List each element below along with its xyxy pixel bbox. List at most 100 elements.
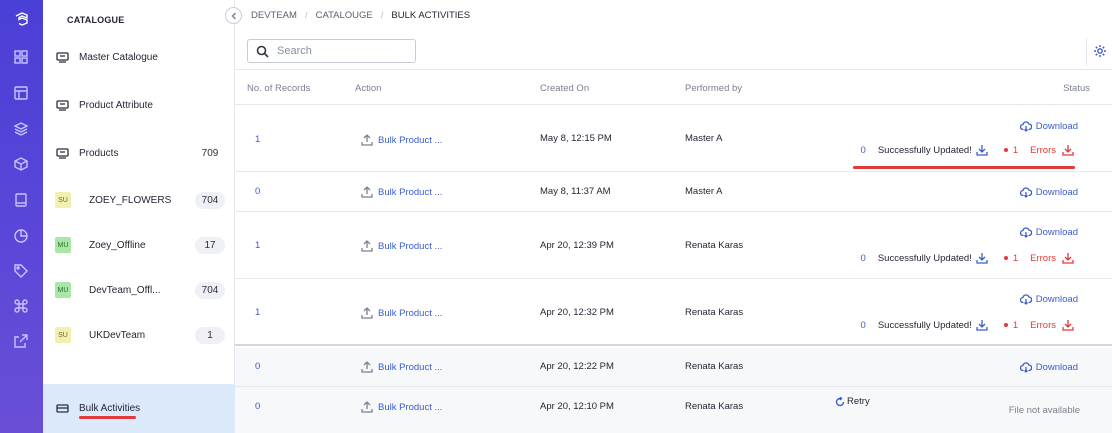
error-count: 1 <box>1012 144 1019 156</box>
sidebar-item-label: Zoey_Offline <box>89 239 146 251</box>
bulk-icon <box>55 403 69 415</box>
upload-icon <box>361 307 373 319</box>
error-label: Errors <box>1030 252 1056 264</box>
action-label: Bulk Product ... <box>378 186 443 198</box>
store-tag: MU <box>55 237 71 253</box>
records-count: 1 <box>255 307 261 318</box>
download-link[interactable]: Download <box>1019 121 1078 132</box>
sidebar-title: CATALOGUE <box>67 15 125 25</box>
sidebar-item-devteam-offline[interactable]: MU DevTeam_Offl... 704 <box>43 267 235 313</box>
table-header: No. of Records Action Created On Perform… <box>235 69 1112 105</box>
retry-label: Retry <box>847 396 870 407</box>
store-tag: MU <box>55 282 71 298</box>
breadcrumb-bulk-activities: BULK ACTIVITIES <box>391 10 471 21</box>
upload-icon <box>361 240 373 252</box>
error-label: Errors <box>1030 319 1056 331</box>
action-link[interactable]: Bulk Product ... <box>361 307 442 319</box>
action-label: Bulk Product ... <box>378 361 443 373</box>
highlight-underline <box>853 166 1075 169</box>
error-count: 1 <box>1012 252 1019 264</box>
layers-icon[interactable] <box>12 120 30 138</box>
sidebar-item-zoey-offline[interactable]: MU Zoey_Offline 17 <box>43 222 235 268</box>
sidebar-item-products[interactable]: Products 709 <box>43 130 235 176</box>
action-link[interactable]: Bulk Product ... <box>361 134 442 146</box>
status-summary: 0 Successfully Updated! 1 Errors <box>861 252 1074 264</box>
sidebar-item-label: Master Catalogue <box>79 51 158 63</box>
download-link[interactable]: Download <box>1019 187 1078 198</box>
error-dot <box>1003 148 1008 152</box>
layout-icon[interactable] <box>12 84 30 102</box>
breadcrumb-catalogue[interactable]: CATALOUGE <box>316 10 373 21</box>
download-link[interactable]: Download <box>1019 294 1078 305</box>
created-on: Apr 20, 12:10 PM <box>540 401 614 412</box>
download-success-icon[interactable] <box>976 319 988 331</box>
count-badge: 17 <box>195 236 225 254</box>
success-count: 0 <box>860 144 866 156</box>
created-on: May 8, 11:37 AM <box>540 186 611 197</box>
download-errors-icon[interactable] <box>1062 319 1074 331</box>
settings-button[interactable] <box>1093 44 1107 58</box>
divider <box>1086 38 1087 66</box>
sidebar-item-label: Product Attribute <box>79 99 153 111</box>
count-badge: 704 <box>195 281 225 299</box>
action-link[interactable]: Bulk Product ... <box>361 240 442 252</box>
command-icon[interactable] <box>12 297 30 315</box>
sidebar-item-product-attribute[interactable]: Product Attribute <box>43 82 235 128</box>
book-icon[interactable] <box>12 191 30 209</box>
sidebar-item-ukdevteam[interactable]: SU UKDevTeam 1 <box>43 312 235 358</box>
pie-chart-icon[interactable] <box>12 227 30 245</box>
download-errors-icon[interactable] <box>1062 252 1074 264</box>
header-performed: Performed by <box>685 83 743 94</box>
store-tag: SU <box>55 192 71 208</box>
catalogue-icon <box>55 51 69 63</box>
download-errors-icon[interactable] <box>1062 144 1074 156</box>
retry-button[interactable]: Retry <box>835 396 870 407</box>
action-label: Bulk Product ... <box>378 134 443 146</box>
sidebar-item-label: UKDevTeam <box>89 329 146 341</box>
download-success-icon[interactable] <box>976 144 988 156</box>
grid-icon[interactable] <box>12 48 30 66</box>
logo-icon[interactable] <box>12 10 30 28</box>
action-link[interactable]: Bulk Product ... <box>361 361 442 373</box>
table-row: 1 Bulk Product ... Apr 20, 12:39 PM Rena… <box>235 212 1112 279</box>
sidebar-item-master-catalogue[interactable]: Master Catalogue <box>43 34 235 80</box>
download-success-icon[interactable] <box>976 252 988 264</box>
active-underline <box>79 416 136 419</box>
sidebar-item-bulk-activities[interactable]: Bulk Activities <box>43 384 235 433</box>
download-link[interactable]: Download <box>1019 227 1078 238</box>
count-badge: 704 <box>195 191 225 209</box>
action-label: Bulk Product ... <box>378 307 443 319</box>
cloud-download-icon <box>1019 362 1032 373</box>
download-label: Download <box>1035 121 1078 132</box>
upload-icon <box>361 186 373 198</box>
action-link[interactable]: Bulk Product ... <box>361 186 442 198</box>
file-status: File not available <box>1008 405 1080 416</box>
collapse-sidebar-button[interactable] <box>225 7 242 24</box>
catalogue-sidebar: CATALOGUE Master Catalogue Product Attri… <box>43 0 235 433</box>
upload-icon <box>361 361 373 373</box>
table-row: 0 Bulk Product ... Apr 20, 12:10 PM Rena… <box>235 387 1112 433</box>
sidebar-item-label: Bulk Activities <box>79 403 141 414</box>
performed-by: Master A <box>685 186 723 197</box>
cloud-download-icon <box>1019 187 1032 198</box>
sidebar-item-label: DevTeam_Offl... <box>89 284 161 296</box>
search-box[interactable] <box>247 39 416 63</box>
header-created: Created On <box>540 83 590 94</box>
breadcrumb-devteam[interactable]: DEVTEAM <box>251 10 297 21</box>
action-link[interactable]: Bulk Product ... <box>361 401 442 413</box>
app-rail <box>0 0 43 433</box>
error-label: Errors <box>1030 144 1056 156</box>
search-input[interactable] <box>277 45 397 57</box>
download-label: Download <box>1035 294 1078 305</box>
created-on: Apr 20, 12:22 PM <box>540 361 614 372</box>
sidebar-item-label: ZOEY_FLOWERS <box>89 194 172 206</box>
export-icon[interactable] <box>12 332 30 350</box>
box-icon[interactable] <box>12 155 30 173</box>
tag-icon[interactable] <box>12 262 30 280</box>
sidebar-item-zoey-flowers[interactable]: SU ZOEY_FLOWERS 704 <box>43 177 235 223</box>
error-dot <box>1003 256 1008 260</box>
store-tag: SU <box>55 327 71 343</box>
download-link[interactable]: Download <box>1019 362 1078 373</box>
records-count: 1 <box>255 240 261 251</box>
success-label: Successfully Updated! <box>877 252 972 264</box>
